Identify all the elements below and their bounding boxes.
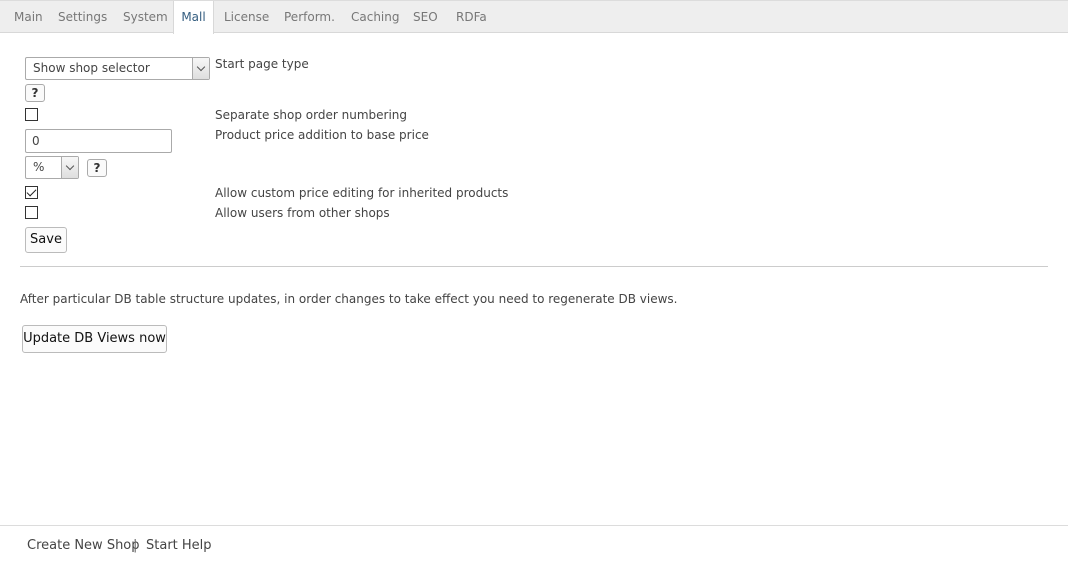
price-unit-select[interactable]: %: [25, 156, 79, 179]
start-page-type-label: Start page type: [215, 57, 309, 71]
tab-mall[interactable]: Mall: [173, 1, 214, 34]
tab-main[interactable]: Main: [14, 1, 43, 33]
allow-other-users-checkbox[interactable]: [25, 206, 38, 219]
separate-numbering-checkbox[interactable]: [25, 108, 38, 121]
tab-seo[interactable]: SEO: [413, 1, 438, 33]
db-views-note: After particular DB table structure upda…: [20, 292, 678, 306]
footer: Create New Shop | Start Help: [0, 525, 1068, 564]
tab-caching[interactable]: Caching: [351, 1, 400, 33]
allow-other-users-label: Allow users from other shops: [215, 206, 390, 220]
separate-numbering-label: Separate shop order numbering: [215, 108, 407, 122]
start-page-type-select[interactable]: Show shop selector: [25, 57, 210, 80]
tab-settings[interactable]: Settings: [58, 1, 107, 33]
divider: [20, 266, 1048, 267]
price-unit-value: %: [33, 160, 45, 174]
chevron-down-icon: [61, 157, 78, 178]
start-help-link[interactable]: Start Help: [146, 538, 212, 553]
start-page-type-value: Show shop selector: [33, 61, 150, 75]
create-new-shop-link[interactable]: Create New Shop: [27, 538, 140, 553]
tab-bar: Main Settings System Mall License Perfor…: [0, 0, 1068, 34]
tab-rdfa[interactable]: RDFa: [456, 1, 487, 33]
custom-price-editing-checkbox[interactable]: [25, 186, 38, 199]
tab-perform[interactable]: Perform.: [284, 1, 335, 33]
footer-separator: |: [133, 538, 138, 553]
save-button[interactable]: Save: [25, 227, 67, 253]
update-db-views-button[interactable]: Update DB Views now: [22, 325, 167, 353]
tab-system[interactable]: System: [123, 1, 168, 33]
price-addition-input[interactable]: 0: [25, 129, 172, 153]
chevron-down-icon: [192, 58, 209, 79]
tab-license[interactable]: License: [224, 1, 269, 33]
start-page-type-help-button[interactable]: ?: [25, 84, 45, 102]
custom-price-editing-label: Allow custom price editing for inherited…: [215, 186, 509, 200]
price-addition-help-button[interactable]: ?: [87, 159, 107, 177]
price-addition-label: Product price addition to base price: [215, 128, 429, 142]
